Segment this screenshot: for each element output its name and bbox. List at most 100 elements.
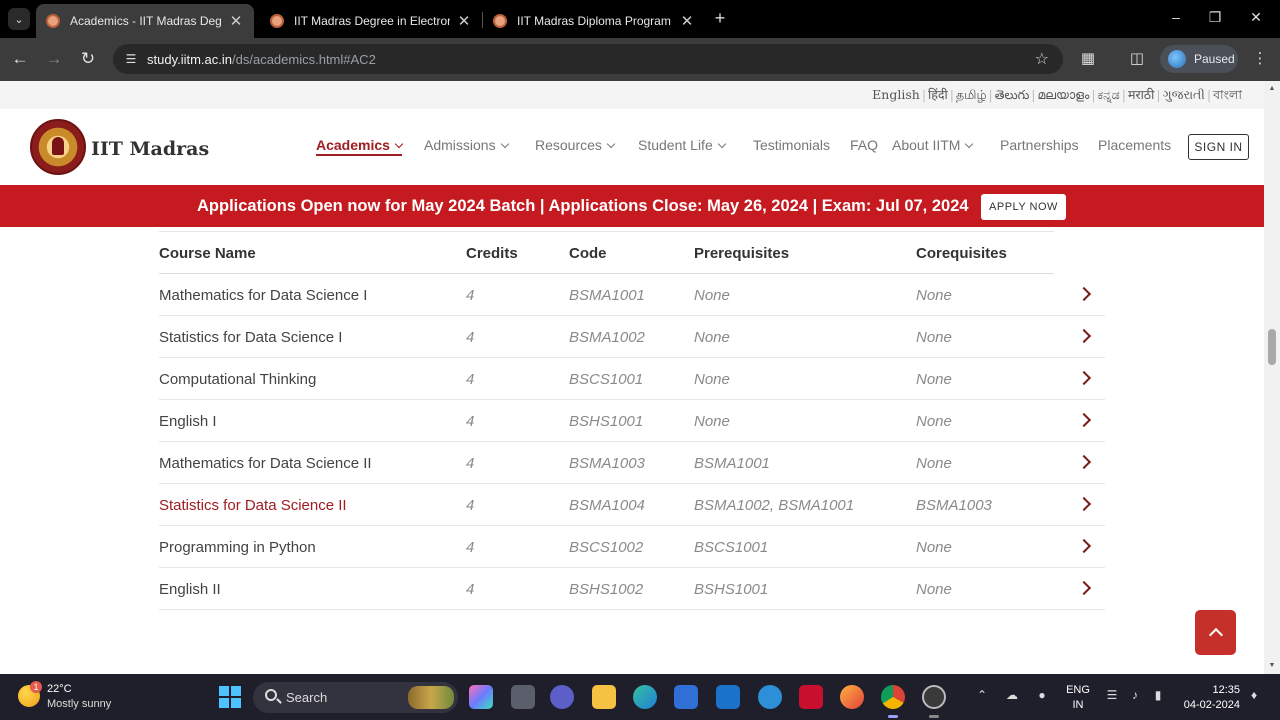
more-menu-icon[interactable]: ⋮: [1250, 49, 1270, 67]
lang-english[interactable]: English: [872, 87, 920, 102]
window-close-icon[interactable]: ✕: [1246, 9, 1266, 26]
tray-chevron-up-icon[interactable]: ⌃: [974, 688, 990, 702]
battery-icon[interactable]: ▮: [1150, 688, 1166, 702]
profile-status: Paused: [1194, 52, 1235, 66]
course-name-cell[interactable]: Statistics for Data Science II: [159, 497, 347, 514]
system-clock[interactable]: 12:35 04-02-2024: [1176, 683, 1240, 713]
table-row[interactable]: English I 4 BSHS1001 None None: [159, 400, 1105, 442]
lang-hindi[interactable]: हिंदी: [928, 87, 948, 102]
obs-studio-icon[interactable]: [922, 685, 946, 709]
course-name-cell[interactable]: Mathematics for Data Science I: [159, 287, 367, 304]
back-to-top-button[interactable]: [1195, 610, 1236, 655]
chevron-right-icon[interactable]: [1076, 370, 1092, 386]
table-row[interactable]: English II 4 BSHS1002 BSHS1001 None: [159, 568, 1105, 610]
chevron-right-icon[interactable]: [1076, 538, 1092, 554]
mcafee-icon[interactable]: [799, 685, 823, 709]
iitm-logo[interactable]: [30, 119, 86, 175]
site-info-icon[interactable]: ☰: [122, 50, 140, 68]
chevron-right-icon[interactable]: [1076, 328, 1092, 344]
nav-partnerships[interactable]: Partnerships: [1000, 137, 1079, 153]
notification-bell-icon[interactable]: ♦: [1246, 688, 1262, 702]
network-off-icon[interactable]: ☁: [1004, 688, 1020, 702]
chevron-right-icon[interactable]: [1076, 496, 1092, 512]
file-explorer-icon[interactable]: [592, 685, 616, 709]
course-name-cell[interactable]: Computational Thinking: [159, 371, 316, 388]
nav-placements[interactable]: Placements: [1098, 137, 1171, 153]
profile-button[interactable]: Paused: [1160, 45, 1238, 73]
brand-name[interactable]: IIT Madras: [91, 138, 209, 160]
minimize-icon[interactable]: –: [1166, 9, 1186, 25]
scroll-down-icon[interactable]: ▼: [1268, 662, 1276, 670]
nav-testimonials[interactable]: Testimonials: [753, 137, 830, 153]
nav-resources[interactable]: Resources: [535, 137, 616, 153]
chrome-browser-icon[interactable]: [881, 685, 905, 709]
address-bar[interactable]: ☰ study.iitm.ac.in/ds/academics.html#AC2…: [113, 44, 1063, 74]
page-scrollbar[interactable]: ▲ ▼: [1264, 81, 1280, 674]
table-row[interactable]: Programming in Python 4 BSCS1002 BSCS1001 No…: [159, 526, 1105, 568]
lang-kannada[interactable]: ಕನ್ನಡ: [1098, 87, 1120, 102]
lang-telugu[interactable]: తెలుగు: [995, 87, 1030, 102]
apply-now-button[interactable]: APPLY NOW: [981, 194, 1066, 220]
new-tab-button[interactable]: +: [710, 9, 730, 29]
close-icon[interactable]: ✕: [228, 12, 244, 30]
sign-in-button[interactable]: SIGN IN: [1188, 134, 1249, 160]
table-row[interactable]: Statistics for Data Science I 4 BSMA1002 No…: [159, 316, 1105, 358]
scroll-thumb[interactable]: [1268, 329, 1276, 365]
nav-student-life[interactable]: Student Life: [638, 137, 726, 153]
weather-description[interactable]: Mostly sunny: [47, 698, 111, 710]
lang-gujarati[interactable]: ગુજરાતી: [1163, 87, 1205, 102]
edge-browser-icon[interactable]: [633, 685, 657, 709]
tab-diploma-program[interactable]: IIT Madras Diploma Program ✕: [483, 4, 705, 38]
course-name-cell[interactable]: Mathematics for Data Science II: [159, 455, 372, 472]
table-row[interactable]: Computational Thinking 4 BSCS1001 None None: [159, 358, 1105, 400]
course-name-cell[interactable]: Statistics for Data Science I: [159, 329, 342, 346]
nav-about-iitm[interactable]: About IITM: [892, 137, 974, 153]
cloud-app-icon[interactable]: [758, 685, 782, 709]
reload-icon[interactable]: ↻: [78, 49, 98, 69]
side-panel-icon[interactable]: ◫: [1127, 49, 1147, 67]
windows-start-icon[interactable]: [219, 686, 241, 708]
table-row[interactable]: Statistics for Data Science II 4 BSMA1004 B…: [159, 484, 1105, 526]
corequisites-cell: None: [916, 329, 952, 346]
scroll-up-icon[interactable]: ▲: [1268, 85, 1276, 93]
input-language-indicator[interactable]: ENG IN: [1066, 683, 1090, 713]
nav-faq[interactable]: FAQ: [850, 137, 878, 153]
table-row[interactable]: Mathematics for Data Science II 4 BSMA1003…: [159, 442, 1105, 484]
task-view-icon[interactable]: [511, 685, 535, 709]
teams-app-icon[interactable]: [550, 685, 574, 709]
lang-marathi[interactable]: मराठी: [1128, 87, 1154, 102]
restore-icon[interactable]: ❐: [1205, 9, 1225, 26]
firefox-icon[interactable]: [840, 685, 864, 709]
microphone-icon[interactable]: ●: [1034, 688, 1050, 702]
table-row[interactable]: Mathematics for Data Science I 4 BSMA1001 N…: [159, 274, 1105, 316]
tab-electronics-degree[interactable]: IIT Madras Degree in Electronic ✕: [260, 4, 482, 38]
volume-icon[interactable]: ♪: [1127, 688, 1143, 702]
lang-bengali[interactable]: বাংলা: [1213, 87, 1242, 102]
forward-arrow-icon[interactable]: →: [44, 49, 64, 69]
copilot-app-icon[interactable]: [469, 685, 493, 709]
course-name-cell[interactable]: Programming in Python: [159, 539, 316, 556]
back-arrow-icon[interactable]: ←: [10, 49, 30, 69]
chevron-right-icon[interactable]: [1076, 286, 1092, 302]
close-icon[interactable]: ✕: [679, 12, 695, 30]
lang-tamil[interactable]: தமிழ்: [956, 87, 987, 102]
nav-academics[interactable]: Academics: [316, 137, 404, 156]
taskbar-search[interactable]: Search: [253, 682, 458, 713]
close-icon[interactable]: ✕: [456, 12, 472, 30]
lang-malayalam[interactable]: മലയാളം: [1038, 87, 1090, 102]
extensions-puzzle-icon[interactable]: ▦: [1078, 49, 1098, 67]
course-name-cell[interactable]: English II: [159, 581, 221, 598]
hp-app-icon[interactable]: [716, 685, 740, 709]
url-text[interactable]: study.iitm.ac.in/ds/academics.html#AC2: [147, 52, 376, 67]
nav-admissions[interactable]: Admissions: [424, 137, 509, 153]
course-name-cell[interactable]: English I: [159, 413, 217, 430]
wifi-icon[interactable]: ☰: [1104, 688, 1120, 702]
tab-academics[interactable]: Academics - IIT Madras Degree ✕: [36, 4, 254, 38]
tab-search-icon[interactable]: ⌄: [8, 8, 30, 30]
bookmark-star-icon[interactable]: ☆: [1035, 49, 1049, 69]
microsoft-store-icon[interactable]: [674, 685, 698, 709]
chevron-right-icon[interactable]: [1076, 412, 1092, 428]
chevron-right-icon[interactable]: [1076, 454, 1092, 470]
weather-temperature[interactable]: 22°C: [47, 683, 72, 695]
chevron-right-icon[interactable]: [1076, 580, 1092, 596]
